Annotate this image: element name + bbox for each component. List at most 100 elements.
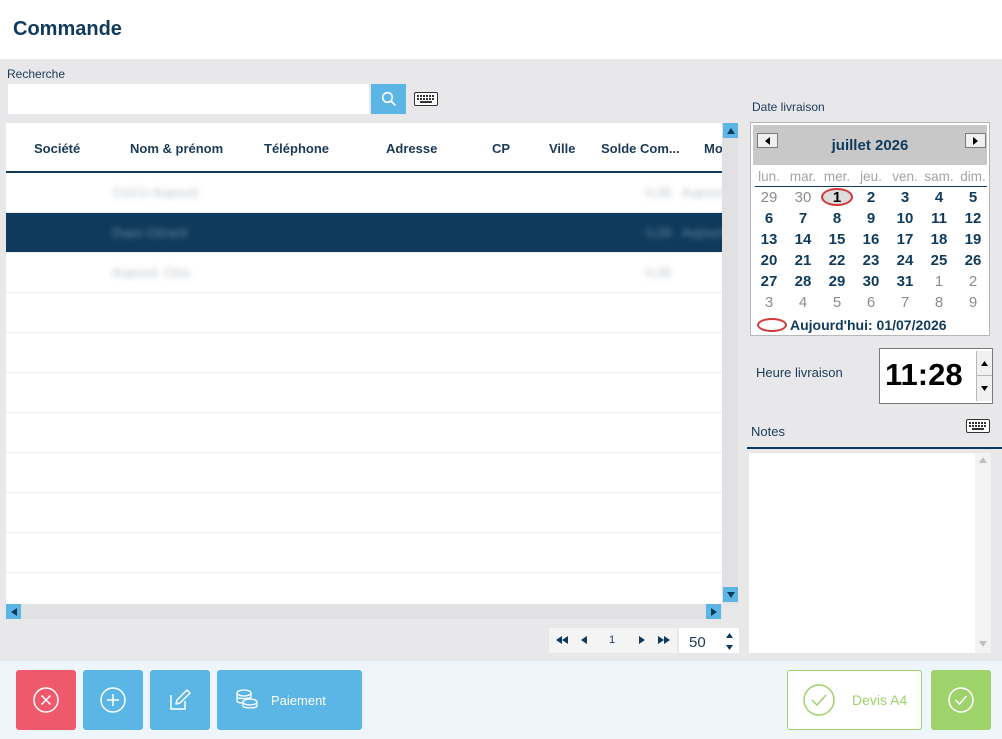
column-header-mo[interactable]: Mo: [704, 141, 722, 156]
calendar-day[interactable]: 25: [922, 252, 956, 269]
grid-vertical-scrollbar[interactable]: [722, 123, 738, 604]
calendar-day[interactable]: 26: [956, 252, 990, 269]
payment-label: Paiement: [271, 692, 326, 708]
notes-label: Notes: [751, 424, 785, 439]
calendar-day[interactable]: 18: [922, 231, 956, 248]
calendar-day[interactable]: 7: [786, 210, 820, 227]
calendar-day[interactable]: 4: [786, 294, 820, 311]
scroll-right-button[interactable]: [706, 604, 721, 619]
keyboard-icon[interactable]: [966, 419, 990, 433]
today-link[interactable]: Aujourd'hui: 01/07/2026: [757, 317, 987, 335]
calendar-day[interactable]: 10: [888, 210, 922, 227]
calendar-day[interactable]: 3: [888, 189, 922, 206]
grid-horizontal-scrollbar[interactable]: [6, 604, 722, 619]
calendar-day[interactable]: 4: [922, 189, 956, 206]
column-header-solde[interactable]: Solde Com...: [601, 141, 680, 156]
title-bar: Commande: [0, 0, 1002, 59]
calendar-day[interactable]: 17: [888, 231, 922, 248]
search-label: Recherche: [7, 67, 66, 81]
add-button[interactable]: [83, 670, 143, 730]
page-size-value: 50: [689, 634, 706, 651]
arrow-down-icon: [981, 386, 988, 391]
scroll-up-button[interactable]: [723, 123, 738, 138]
time-up-button[interactable]: [976, 351, 992, 376]
calendar-day[interactable]: 30: [854, 273, 888, 290]
keyboard-icon[interactable]: [414, 92, 438, 106]
notes-scrollbar[interactable]: [975, 453, 991, 653]
calendar-day[interactable]: 24: [888, 252, 922, 269]
page-size-down[interactable]: [723, 642, 735, 652]
page-size-up[interactable]: [723, 630, 735, 640]
calendar-day[interactable]: 23: [854, 252, 888, 269]
column-header-nom-prenom[interactable]: Nom & prénom: [130, 141, 223, 156]
notes-textarea[interactable]: [749, 453, 975, 653]
calendar-day[interactable]: 11: [922, 210, 956, 227]
payment-button[interactable]: Paiement: [217, 670, 362, 730]
column-header-telephone[interactable]: Téléphone: [264, 141, 329, 156]
double-chevron-left-icon: [556, 636, 568, 644]
cancel-button[interactable]: [16, 670, 76, 730]
column-header-cp[interactable]: CP: [492, 141, 510, 156]
delivery-time-input[interactable]: 11:28: [879, 348, 993, 404]
calendar-day[interactable]: 6: [854, 294, 888, 311]
page-size-stepper[interactable]: 50: [679, 628, 739, 653]
customer-grid: Société Nom & prénom Téléphone Adresse C…: [6, 123, 722, 604]
calendar-day[interactable]: 28: [786, 273, 820, 290]
arrow-down-icon[interactable]: [979, 641, 987, 647]
calendar-day[interactable]: 9: [854, 210, 888, 227]
weekday-label: lun.: [758, 169, 780, 184]
calendar-day[interactable]: 7: [888, 294, 922, 311]
calendar-day[interactable]: 31: [888, 273, 922, 290]
empty-row: [6, 453, 722, 493]
arrow-down-icon: [726, 591, 735, 598]
calendar-day[interactable]: 29: [820, 273, 854, 290]
calendar-day[interactable]: 19: [956, 231, 990, 248]
calendar-day[interactable]: 27: [752, 273, 786, 290]
calendar-day[interactable]: 8: [820, 210, 854, 227]
quote-a4-button[interactable]: Devis A4: [787, 670, 922, 730]
calendar-day[interactable]: 15: [820, 231, 854, 248]
calendar-day[interactable]: 13: [752, 231, 786, 248]
edit-button[interactable]: [150, 670, 210, 730]
calendar-day[interactable]: 5: [820, 294, 854, 311]
table-row-selected[interactable]: Dupo Gérard 0,00 Aujourd: [6, 213, 722, 253]
calendar-day[interactable]: 22: [820, 252, 854, 269]
calendar-day[interactable]: 5: [956, 189, 990, 206]
calendar-day[interactable]: 21: [786, 252, 820, 269]
calendar-day[interactable]: 20: [752, 252, 786, 269]
calendar-day[interactable]: 3: [752, 294, 786, 311]
first-page-button[interactable]: [555, 634, 569, 646]
cell-balance: 0,00: [646, 185, 672, 200]
calendar-day[interactable]: 1: [922, 273, 956, 290]
calendar-day[interactable]: 30: [786, 189, 820, 206]
table-row[interactable]: Aujourd. Clos 0,00: [6, 253, 722, 293]
calendar-day-selected[interactable]: 1: [820, 189, 854, 206]
next-month-button[interactable]: [965, 133, 986, 148]
scroll-down-button[interactable]: [723, 587, 738, 602]
column-header-societe[interactable]: Société: [34, 141, 80, 156]
check-circle-icon: [948, 687, 974, 713]
scroll-left-button[interactable]: [6, 604, 21, 619]
arrow-up-icon: [726, 127, 735, 134]
time-down-button[interactable]: [976, 376, 992, 401]
calendar-day[interactable]: 16: [854, 231, 888, 248]
column-header-adresse[interactable]: Adresse: [386, 141, 437, 156]
calendar-day[interactable]: 12: [956, 210, 990, 227]
calendar-day[interactable]: 2: [956, 273, 990, 290]
search-button[interactable]: [371, 84, 406, 114]
arrow-up-icon[interactable]: [979, 457, 987, 463]
column-header-ville[interactable]: Ville: [549, 141, 576, 156]
table-row[interactable]: CUCU Aujourd 0,00 Aujourd: [6, 173, 722, 213]
search-input[interactable]: [8, 84, 369, 114]
edit-icon: [170, 689, 191, 710]
calendar-day[interactable]: 29: [752, 189, 786, 206]
previous-page-button[interactable]: [577, 634, 591, 646]
calendar-day[interactable]: 2: [854, 189, 888, 206]
calendar-day[interactable]: 6: [752, 210, 786, 227]
confirm-button[interactable]: [931, 670, 991, 730]
next-page-button[interactable]: [635, 634, 649, 646]
calendar-day[interactable]: 14: [786, 231, 820, 248]
last-page-button[interactable]: [657, 634, 671, 646]
calendar-day[interactable]: 8: [922, 294, 956, 311]
calendar-day[interactable]: 9: [956, 294, 990, 311]
